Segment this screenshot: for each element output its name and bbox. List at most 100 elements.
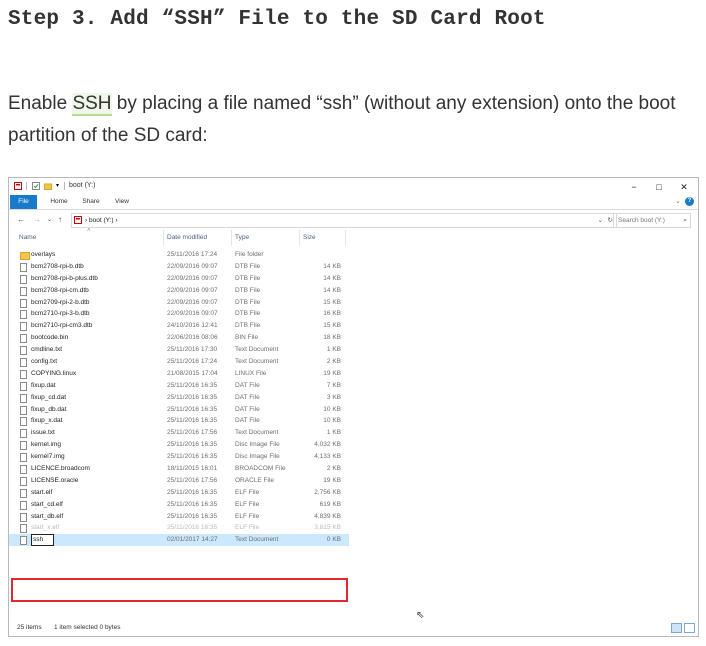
file-size: 3 KB [326,393,341,401]
column-type[interactable]: Type [235,234,249,241]
table-row[interactable]: overlays 25/11/2016 17:24 File folder [9,249,349,261]
table-row[interactable]: bcm2710-rpi-cm3.dtb 24/10/2016 12:41 DTB F… [9,320,349,332]
tab-share[interactable]: Share [79,195,103,209]
table-row[interactable]: issue.txt 25/11/2016 17:56 Text Document 1 … [9,427,349,439]
file-name: cmdline.txt [31,346,63,354]
file-size: 14 KB [323,274,341,282]
column-date[interactable]: Date modified [167,234,207,241]
table-row[interactable]: bcm2710-rpi-3-b.dtb 22/09/2016 09:07 DTB F… [9,308,349,320]
new-folder-icon[interactable] [44,182,52,190]
file-type: Text Document [235,358,279,366]
minimize-button[interactable]: − [621,180,647,194]
address-path: › boot (Y:) › [85,214,118,227]
help-icon[interactable]: ? [685,197,694,206]
file-name: issue.txt [31,429,55,437]
details-view-icon[interactable] [671,623,682,633]
rename-input[interactable]: ssh [31,534,55,547]
expand-ribbon-icon[interactable]: ⌄ [673,195,683,209]
file-size: 4,133 KB [314,453,341,461]
breadcrumb-boot[interactable]: boot (Y:) [89,217,114,224]
table-row[interactable]: bcm2708-rpi-b.dtb 22/09/2016 09:07 DTB Fil… [9,261,349,273]
file-name: bcm2710-rpi-3-b.dtb [31,310,90,318]
table-row[interactable]: COPYING.linux 21/08/2015 17:04 LINUX File 1… [9,368,349,380]
large-icons-view-icon[interactable] [684,623,695,633]
table-row[interactable]: config.txt 25/11/2016 17:24 Text Document 2… [9,356,349,368]
table-row[interactable]: LICENCE.broadcom 18/11/2015 16:01 BROADCOM… [9,463,349,475]
table-row[interactable]: fixup.dat 25/11/2016 16:35 DAT File 7 KB [9,380,349,392]
column-divider[interactable] [163,230,164,246]
file-name: LICENCE.broadcom [31,465,90,473]
table-row[interactable]: start.elf 25/11/2016 16:35 ELF File 2,756 K… [9,487,349,499]
table-row[interactable]: fixup_db.dat 25/11/2016 16:35 DAT File 10 K… [9,404,349,416]
file-date: 22/09/2016 09:07 [167,286,218,294]
file-size: 10 KB [323,405,341,413]
file-icon [20,500,27,510]
file-type: ELF File [235,524,260,532]
column-size[interactable]: Size [303,234,316,241]
intro-ssh-link[interactable]: SSH [72,93,112,116]
table-row[interactable]: bcm2708-rpi-cm.dtb 22/09/2016 09:07 DTB Fi… [9,285,349,297]
folder-icon [20,252,30,260]
table-row[interactable]: bcm2709-rpi-2-b.dtb 22/09/2016 09:07 DTB F… [9,297,349,309]
tab-view[interactable]: View [110,195,134,209]
status-bar: 25 items 1 item selected 0 bytes [9,620,698,635]
file-icon [20,405,27,415]
file-size: 10 KB [323,417,341,425]
file-name: kernel.img [31,441,61,449]
file-icon [20,298,27,308]
table-row[interactable]: kernel.img 25/11/2016 16:35 Disc Image Fil… [9,439,349,451]
file-type: ELF File [235,512,260,520]
file-date: 24/10/2016 12:41 [167,322,218,330]
column-divider[interactable] [299,230,300,246]
file-date: 22/09/2016 09:07 [167,262,218,270]
column-divider[interactable] [345,230,346,246]
table-row[interactable]: start_x.elf 25/11/2016 16:35 ELF File 3,815… [9,522,349,534]
table-row[interactable]: LICENSE.oracle 25/11/2016 17:56 ORACLE Fil… [9,475,349,487]
breadcrumb-chevron: › [85,217,88,224]
file-name: overlays [31,251,56,258]
file-date: 25/11/2016 17:24 [167,251,218,258]
quick-access-dropdown-icon[interactable]: ▾ [56,182,64,190]
file-name: start_cd.elf [31,500,63,508]
column-divider[interactable] [231,230,232,246]
file-size: 3,815 KB [314,524,341,532]
selection-info: 1 item selected 0 bytes [54,624,121,631]
file-size: 19 KB [323,369,341,377]
file-icon [20,429,27,439]
back-button[interactable]: ← [17,215,25,224]
file-name: LICENSE.oracle [31,476,79,484]
sd-card-icon [14,182,22,190]
table-row[interactable]: fixup_x.dat 25/11/2016 16:35 DAT File 10 KB [9,415,349,427]
address-bar[interactable]: › boot (Y:) › ⌄ ↻ [71,213,617,228]
file-icon [20,476,27,486]
file-name: fixup_x.dat [31,417,63,425]
file-name: fixup_db.dat [31,405,67,413]
tab-home[interactable]: Home [47,195,71,209]
file-name: COPYING.linux [31,369,77,377]
properties-icon[interactable] [32,182,40,190]
table-row[interactable]: fixup_cd.dat 25/11/2016 16:35 DAT File 3 KB [9,392,349,404]
table-row[interactable]: start_db.elf 25/11/2016 16:35 ELF File 4,83… [9,511,349,523]
table-row[interactable]: kernel7.img 25/11/2016 16:35 Disc Image Fi… [9,451,349,463]
close-button[interactable]: ✕ [671,180,697,194]
column-name[interactable]: Name [19,234,36,241]
recent-locations-button[interactable]: ⌄ [47,216,52,223]
up-button[interactable]: ↑ [58,215,62,224]
file-date: 18/11/2015 16:01 [167,465,218,473]
file-date: 25/11/2016 16:35 [167,405,218,413]
table-row[interactable]: cmdline.txt 25/11/2016 17:30 Text Document… [9,344,349,356]
table-row-selected[interactable]: ssh 02/01/2017 14:27 Text Document 0 KB [9,534,349,547]
file-icon [20,262,27,272]
sd-card-icon [74,216,82,224]
table-row[interactable]: bootcode.bin 22/06/2016 08:06 BIN File 18 K… [9,332,349,344]
forward-button[interactable]: → [33,215,41,224]
tab-file[interactable]: File [10,195,37,209]
file-type: BROADCOM File [235,465,286,473]
search-input[interactable]: Search boot (Y:) ⌕ [613,213,691,228]
maximize-button[interactable]: □ [646,180,672,194]
table-row[interactable]: start_cd.elf 25/11/2016 16:35 ELF File 619 … [9,499,349,511]
table-row[interactable]: bcm2708-rpi-b-plus.dtb 22/09/2016 09:07 DT… [9,273,349,285]
address-dropdown-icon[interactable]: ⌄ [598,214,603,227]
file-date: 25/11/2016 16:35 [167,381,218,389]
file-name: config.txt [31,358,58,366]
